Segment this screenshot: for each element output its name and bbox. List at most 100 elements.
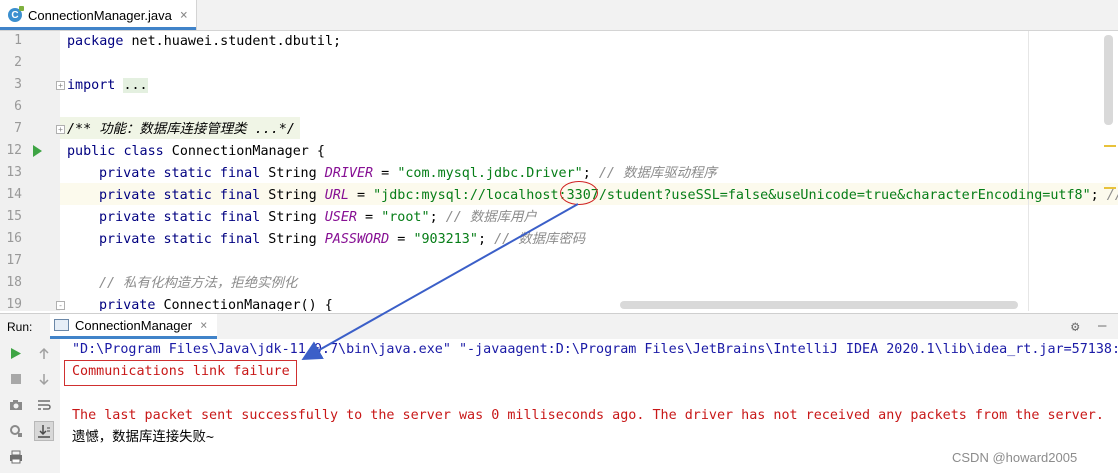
up-arrow-icon[interactable] bbox=[36, 345, 52, 361]
code-line-1: package net.huawei.student.dbutil; bbox=[67, 31, 341, 53]
comment: // 数据库用户 bbox=[445, 210, 537, 225]
vertical-scrollbar[interactable] bbox=[1104, 35, 1113, 125]
folded-imports[interactable]: ... bbox=[123, 78, 148, 93]
stop-icon[interactable] bbox=[8, 371, 24, 387]
code-text: net.huawei.student.dbutil; bbox=[123, 34, 342, 49]
watermark: CSDN @howard2005 bbox=[952, 450, 1078, 465]
line-number: 6 bbox=[14, 99, 22, 114]
type: String bbox=[260, 188, 325, 203]
code-text: ConnectionManager() { bbox=[155, 298, 333, 311]
port-highlight-circle bbox=[560, 181, 598, 205]
line-number: 18 bbox=[6, 275, 22, 290]
camera-icon[interactable] bbox=[8, 397, 24, 413]
modifiers: private static final bbox=[99, 166, 261, 181]
folded-doc-comment[interactable]: /** 功能：数据库连接管理类 ...*/ bbox=[67, 122, 295, 137]
gear-icon[interactable]: ⚙ bbox=[1071, 319, 1079, 335]
operator: = bbox=[373, 166, 398, 181]
run-label: Run: bbox=[7, 319, 33, 334]
down-arrow-icon bbox=[39, 373, 49, 385]
keyword: package bbox=[67, 34, 124, 49]
scroll-to-end-icon bbox=[38, 425, 50, 438]
line-number: 1 bbox=[14, 33, 22, 48]
keyword: private bbox=[99, 298, 156, 311]
run-tool-window-header: Run: ConnectionManager × ⚙ — bbox=[0, 313, 1118, 340]
modifiers: private static final bbox=[99, 188, 261, 203]
minimize-icon[interactable]: — bbox=[1098, 318, 1106, 334]
run-toolbar bbox=[0, 339, 60, 473]
settings-icon bbox=[10, 425, 22, 437]
close-icon[interactable]: × bbox=[200, 318, 207, 332]
comment: // 数据库密码 bbox=[494, 232, 586, 247]
comment: // 数据库驱动程序 bbox=[598, 166, 717, 181]
soft-wrap-icon bbox=[38, 400, 51, 410]
line-number: 7 bbox=[14, 121, 22, 136]
type: String bbox=[260, 232, 325, 247]
keyword: class bbox=[123, 144, 164, 159]
code-line-12: public class ConnectionManager { bbox=[67, 141, 325, 163]
rerun-icon[interactable] bbox=[8, 345, 24, 361]
run-tab-connectionmanager[interactable]: ConnectionManager × bbox=[50, 314, 218, 339]
line-number: 19 bbox=[6, 297, 22, 311]
fold-toggle-icon[interactable]: + bbox=[56, 125, 65, 134]
keyword: import bbox=[67, 78, 116, 93]
type: String bbox=[260, 166, 325, 181]
code-editor[interactable]: 1 2 3 6 7 12 13 14 15 16 17 18 19 + + - … bbox=[0, 31, 1118, 311]
code-line-16: private static final String PASSWORD = "… bbox=[99, 229, 585, 251]
string-literal: "root" bbox=[381, 210, 430, 225]
type: String bbox=[260, 210, 325, 225]
horizontal-scrollbar[interactable] bbox=[620, 301, 1018, 309]
code-line-3: import ... bbox=[67, 75, 148, 97]
editor-tab-bar: C ConnectionManager.java × bbox=[0, 0, 1118, 31]
error-highlight-box bbox=[64, 360, 297, 386]
operator: = bbox=[357, 210, 382, 225]
line-number: 13 bbox=[6, 165, 22, 180]
code-line-18: // 私有化构造方法，拒绝实例化 bbox=[99, 273, 297, 295]
print-icon[interactable] bbox=[8, 449, 24, 465]
right-margin-guide bbox=[1028, 31, 1029, 311]
line-number: 15 bbox=[6, 209, 22, 224]
run-gutter-icon[interactable] bbox=[33, 145, 42, 157]
line-number: 14 bbox=[6, 187, 22, 202]
semicolon: ; bbox=[582, 166, 599, 181]
string-literal: "jdbc:mysql://localhost:3307/student?use… bbox=[373, 188, 1091, 203]
down-arrow-icon[interactable] bbox=[36, 371, 52, 387]
keyword: public bbox=[67, 144, 116, 159]
code-line-19: private ConnectionManager() { bbox=[99, 295, 333, 311]
modifiers: private static final bbox=[99, 210, 261, 225]
code-line-7: /** 功能：数据库连接管理类 ...*/ bbox=[67, 119, 295, 141]
warning-marker[interactable] bbox=[1104, 187, 1116, 189]
line-number: 2 bbox=[14, 55, 22, 70]
modifiers: private static final bbox=[99, 232, 261, 247]
fold-toggle-icon[interactable]: - bbox=[56, 301, 65, 310]
string-literal: "com.mysql.jdbc.Driver" bbox=[397, 166, 583, 181]
console-error-line: The last packet sent successfully to the… bbox=[72, 408, 1104, 423]
fold-toggle-icon[interactable]: + bbox=[56, 81, 65, 90]
operator: = bbox=[389, 232, 414, 247]
editor-tab-connectionmanager[interactable]: C ConnectionManager.java × bbox=[0, 0, 197, 30]
tab-label: ConnectionManager.java bbox=[28, 7, 172, 23]
print-icon bbox=[10, 450, 22, 464]
console-command-line: "D:\Program Files\Java\jdk-11.0.7\bin\ja… bbox=[72, 342, 1118, 357]
settings-icon[interactable] bbox=[8, 423, 24, 439]
string-literal: "903213" bbox=[413, 232, 478, 247]
up-arrow-icon bbox=[39, 347, 49, 359]
scroll-to-end-icon[interactable] bbox=[34, 421, 54, 441]
camera-icon bbox=[10, 400, 22, 410]
line-number: 3 bbox=[14, 77, 22, 92]
console-icon bbox=[54, 319, 69, 331]
code-line-15: private static final String USER = "root… bbox=[99, 207, 537, 229]
line-number: 16 bbox=[6, 231, 22, 246]
comment: // 私有化构造方法，拒绝实例化 bbox=[99, 276, 298, 291]
operator: = bbox=[348, 188, 374, 203]
warning-marker[interactable] bbox=[1104, 145, 1116, 147]
field-name: URL bbox=[324, 188, 349, 203]
code-line-14: private static final String URL = "jdbc:… bbox=[99, 185, 1118, 207]
line-number: 17 bbox=[6, 253, 22, 268]
console-output-line: 遗憾，数据库连接失败~ bbox=[72, 430, 214, 445]
line-number: 12 bbox=[6, 143, 22, 158]
soft-wrap-icon[interactable] bbox=[36, 397, 52, 413]
close-icon[interactable]: × bbox=[180, 8, 188, 23]
field-name: PASSWORD bbox=[324, 232, 390, 247]
comment: // bbox=[1106, 188, 1118, 203]
semicolon: ; bbox=[429, 210, 446, 225]
